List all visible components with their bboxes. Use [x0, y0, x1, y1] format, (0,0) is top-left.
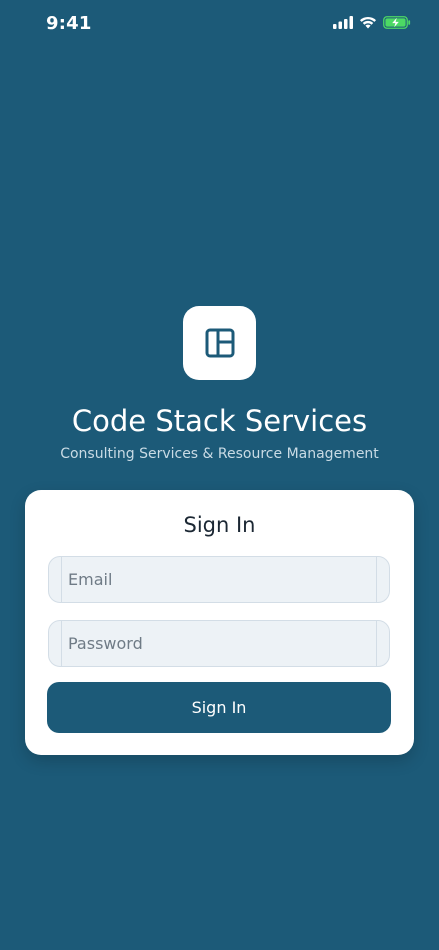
status-icons: [333, 16, 411, 29]
password-input[interactable]: [68, 621, 368, 666]
app-title: Code Stack Services: [71, 404, 368, 438]
sign-in-button[interactable]: Sign In: [47, 682, 391, 733]
status-bar: 9:41: [0, 0, 439, 50]
email-input[interactable]: [68, 557, 368, 602]
sign-in-card: Sign In Sign In: [25, 490, 414, 755]
layout-panel-icon: [205, 328, 234, 358]
cellular-signal-icon: [333, 16, 353, 29]
wifi-icon: [360, 16, 376, 29]
app-logo: [183, 306, 256, 380]
password-field[interactable]: [48, 620, 390, 667]
email-field[interactable]: [48, 556, 390, 603]
battery-charging-icon: [383, 16, 411, 29]
status-time: 9:41: [46, 13, 92, 34]
app-subtitle: Consulting Services & Resource Managemen…: [60, 446, 379, 462]
sign-in-title: Sign In: [183, 513, 256, 537]
